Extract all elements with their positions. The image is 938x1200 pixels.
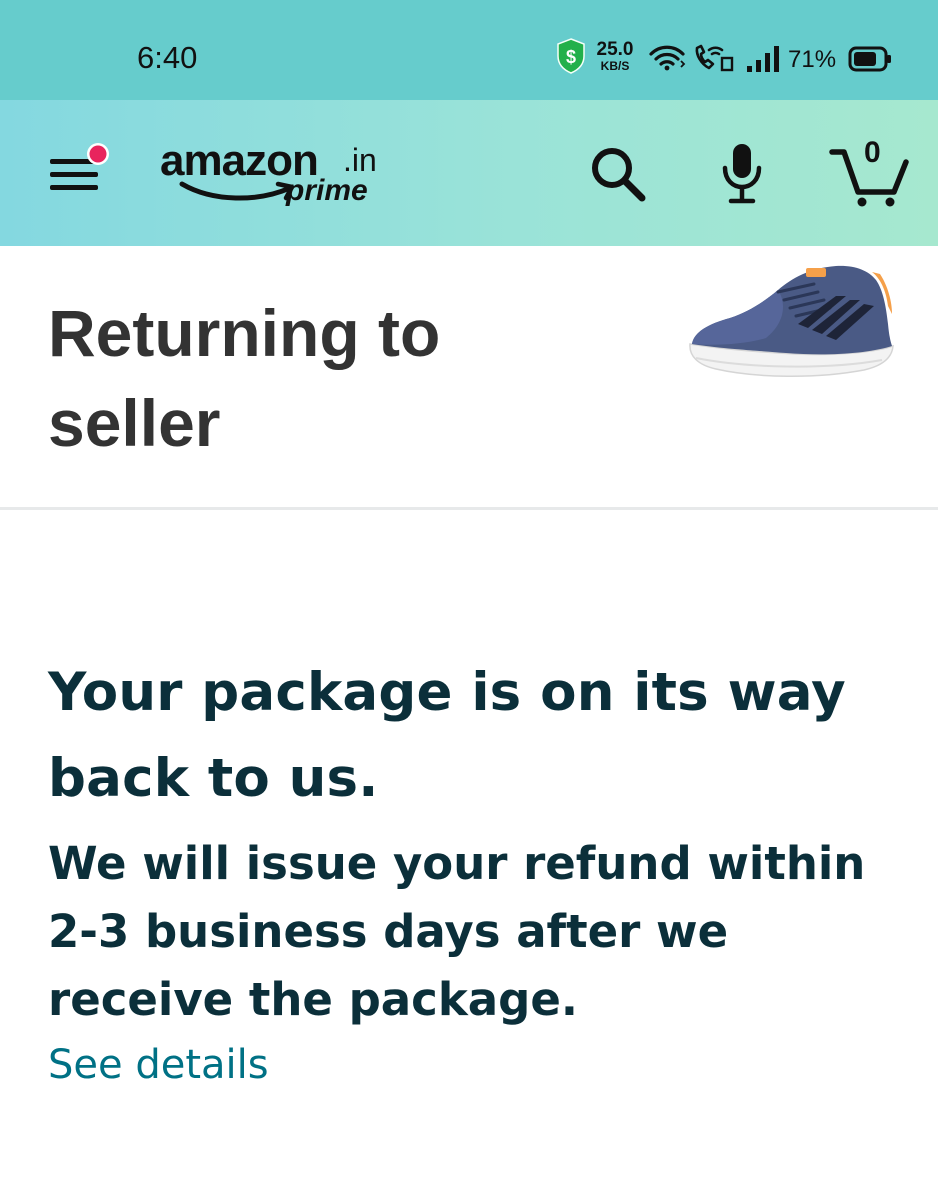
- volte-call-icon: [695, 44, 734, 72]
- logo-prime: prime: [286, 174, 368, 207]
- status-time: 6:40: [137, 40, 198, 75]
- voice-search-button[interactable]: [716, 140, 768, 206]
- return-message: Your package is on its way back to us. W…: [48, 650, 908, 1088]
- order-status-section: Returning to seller: [0, 246, 938, 510]
- see-details-link[interactable]: See details: [48, 1042, 269, 1088]
- refund-info: We will issue your refund within 2-3 bus…: [48, 837, 866, 1026]
- smile-arrow-icon: [179, 181, 295, 201]
- network-speed-value: 25.0: [596, 39, 634, 60]
- network-speed: 25.0 KB/S: [590, 40, 640, 72]
- battery-percent: 71%: [788, 46, 837, 73]
- dollar-shield-icon: $: [557, 38, 585, 74]
- amazon-prime-logo[interactable]: amazon .in prime: [160, 136, 390, 216]
- page-title: Returning to seller: [48, 296, 441, 460]
- battery-icon: [848, 46, 891, 72]
- menu-icon: [50, 143, 109, 190]
- app-header: amazon .in prime 0: [0, 100, 938, 246]
- menu-button[interactable]: [48, 138, 118, 208]
- network-speed-unit: KB/S: [600, 59, 630, 73]
- message-heading: Your package is on its way back to us.: [48, 662, 846, 809]
- signal-icon: [747, 46, 779, 72]
- mic-icon: [722, 144, 762, 204]
- wifi-icon: [649, 45, 686, 71]
- search-button[interactable]: [586, 142, 650, 206]
- cart-count: 0: [864, 136, 881, 169]
- system-status-bar: 6:40 $ 25.0 KB/S 71%: [0, 0, 938, 100]
- notification-dot: [89, 145, 107, 163]
- shoe-image[interactable]: [686, 262, 896, 384]
- svg-text:$: $: [566, 47, 576, 67]
- cart-button[interactable]: 0: [828, 136, 910, 208]
- search-icon: [592, 148, 646, 202]
